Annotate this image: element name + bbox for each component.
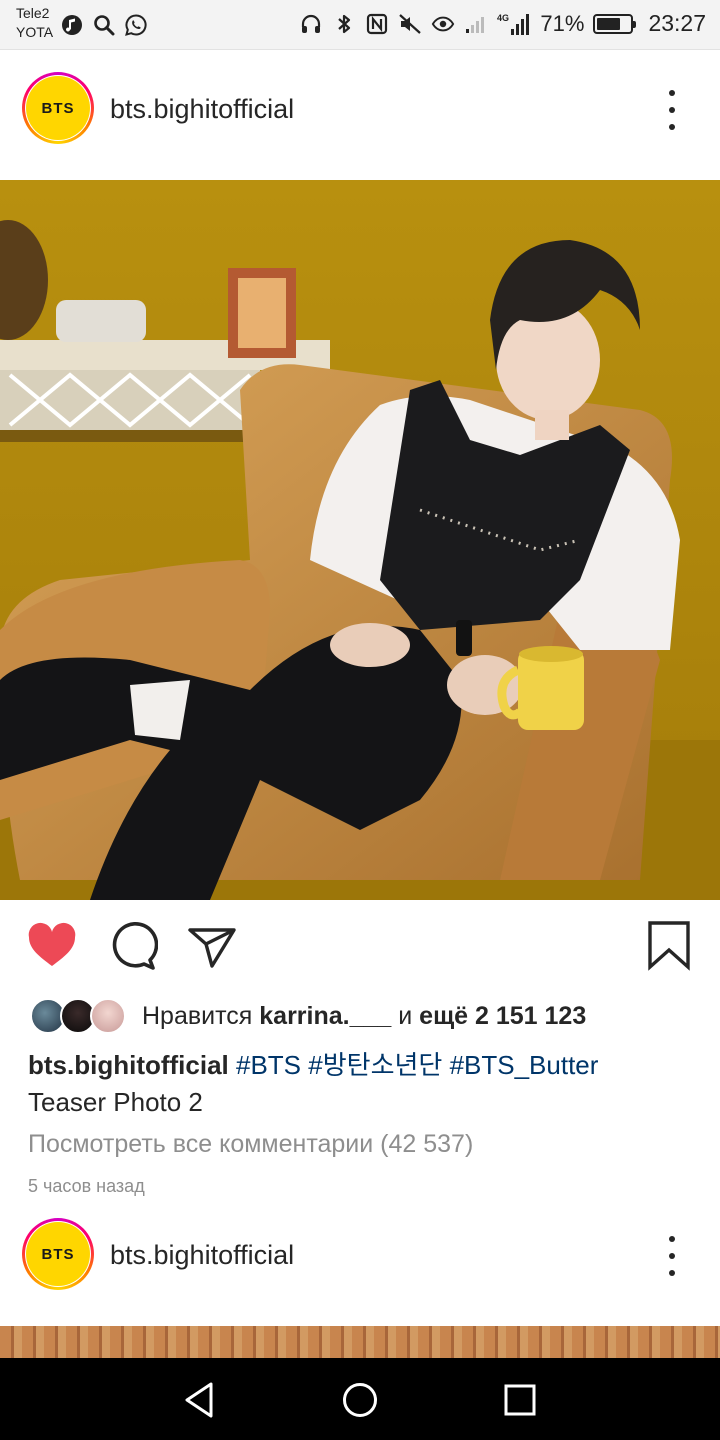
recents-icon[interactable] <box>498 1378 542 1422</box>
status-icons: 4G 71% 23:27 <box>299 10 706 37</box>
likes-summary[interactable]: Нравится karrina.___ и ещё 2 151 123 <box>30 996 586 1036</box>
avatar-label: BTS <box>26 1222 90 1286</box>
bluetooth-icon <box>332 11 356 37</box>
nfc-icon <box>365 11 389 37</box>
back-icon[interactable] <box>178 1378 222 1422</box>
mute-icon <box>398 11 422 37</box>
post-caption: bts.bighitofficial #BTS #방탄소년단 #BTS_Butt… <box>28 1047 698 1121</box>
music-icon <box>60 12 84 38</box>
avatar-label: BTS <box>26 76 90 140</box>
post-timestamp: 5 часов назад <box>28 1176 145 1196</box>
like-heart-icon[interactable] <box>26 920 78 972</box>
liker-avatar <box>90 998 126 1034</box>
wifi-signal-icon <box>464 11 488 37</box>
likes-text: Нравится karrina.___ и ещё 2 151 123 <box>142 1001 587 1030</box>
liker-username[interactable]: karrina.___ <box>259 1002 391 1030</box>
headphones-icon <box>299 11 323 37</box>
carrier-tele2: Tele2 <box>16 5 50 21</box>
eye-icon <box>431 11 455 37</box>
home-icon[interactable] <box>338 1378 382 1422</box>
search-icon <box>92 12 116 38</box>
next-post-photo[interactable] <box>0 1326 720 1360</box>
hashtag[interactable]: #BTS_Butter <box>450 1050 599 1080</box>
more-options-icon[interactable] <box>660 86 684 134</box>
clock: 23:27 <box>648 10 706 36</box>
battery-icon <box>593 13 637 34</box>
hashtag[interactable]: #BTS <box>236 1050 301 1080</box>
next-post-header: BTS bts.bighitofficial <box>0 1196 720 1296</box>
share-send-icon[interactable] <box>186 920 238 972</box>
view-all-comments-link[interactable]: Посмотреть все комментарии (42 537) <box>28 1130 473 1159</box>
carrier-yota: YOTA <box>16 24 54 40</box>
more-options-icon[interactable] <box>660 1232 684 1280</box>
likes-count[interactable]: ещё 2 151 123 <box>419 1002 586 1030</box>
post-header: BTS bts.bighitofficial <box>0 50 720 150</box>
battery-level-fill <box>597 17 621 30</box>
avatar[interactable]: BTS <box>22 1218 94 1290</box>
post-username[interactable]: bts.bighitofficial <box>110 1240 294 1271</box>
system-nav-bar <box>0 1358 720 1440</box>
caption-text: Teaser Photo 2 <box>28 1087 203 1117</box>
comment-icon[interactable] <box>106 920 159 972</box>
network-type-label: 4G <box>497 13 509 23</box>
cell-signal-icon: 4G <box>497 11 531 37</box>
notification-icons <box>60 12 148 38</box>
status-bar: Tele2 YOTA 4G 71% 23:27 <box>0 0 720 50</box>
avatar[interactable]: BTS <box>22 72 94 144</box>
battery-percent: 71% <box>540 10 585 36</box>
carrier-label: Tele2 YOTA <box>16 4 53 42</box>
post-photo-illustration <box>0 180 720 900</box>
post-photo[interactable] <box>0 180 720 900</box>
whatsapp-icon <box>124 12 148 38</box>
liker-avatars <box>30 997 130 1035</box>
bookmark-icon[interactable] <box>644 920 696 972</box>
hashtag[interactable]: #방탄소년단 <box>308 1050 442 1080</box>
caption-username[interactable]: bts.bighitofficial <box>28 1050 229 1080</box>
post-username[interactable]: bts.bighitofficial <box>110 94 294 125</box>
